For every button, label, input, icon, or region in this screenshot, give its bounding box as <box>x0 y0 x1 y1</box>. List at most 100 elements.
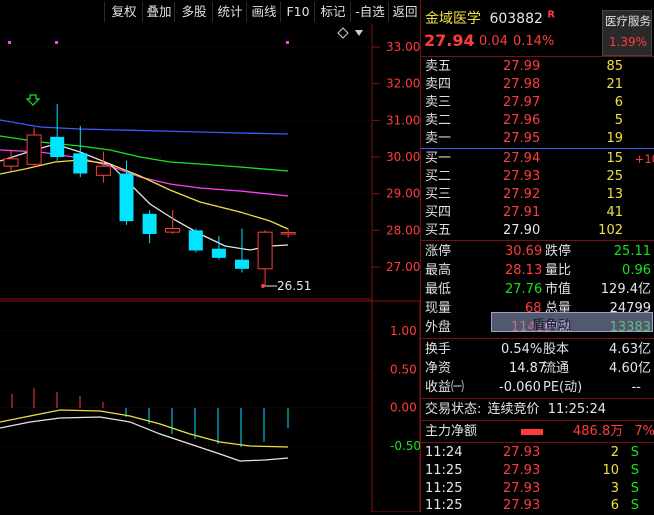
indicator-axis: 1.00 0.50 0.00 -0.50 <box>390 324 420 453</box>
ma-white-line <box>0 143 289 251</box>
ma-blue-line <box>0 119 289 135</box>
candle-body <box>3 158 19 167</box>
indicator-bars <box>11 388 289 447</box>
indicator-grid <box>0 330 372 447</box>
limit-up-value: 30.69 <box>505 244 543 259</box>
candle-body <box>188 230 203 251</box>
pe-value: -- <box>631 380 641 395</box>
tick-row: 11:25 27.93 6 S <box>425 498 639 513</box>
ask-row[interactable]: 卖二 27.96 5 <box>425 112 651 130</box>
quote-panel: 金域医学 603882 R 27.94 0.04 0.14% 医疗服务 1.39… <box>420 0 654 513</box>
ask-row[interactable]: 卖一 27.95 19 <box>425 130 651 148</box>
bid-ask-divider <box>421 148 654 149</box>
multi-stock-button[interactable]: 多股 <box>174 2 213 22</box>
limit-up-label: 涨停 <box>425 244 452 259</box>
f10-button[interactable]: F10 <box>280 2 315 22</box>
candle <box>280 228 296 238</box>
stock-code: 603882 <box>489 11 543 27</box>
eps-value: -0.060 <box>499 380 541 395</box>
restore-rights-button[interactable]: 复权 <box>104 2 143 22</box>
ask-row[interactable]: 卖三 27.97 6 <box>425 94 651 112</box>
low-price-label: 26.51 <box>277 279 311 293</box>
candle-body <box>235 259 249 269</box>
marker-dot <box>55 41 58 44</box>
candle <box>73 125 88 178</box>
candle <box>142 210 157 244</box>
main-flow-value: 486.8万 <box>573 424 624 439</box>
candle-body <box>50 136 65 157</box>
chart-toolbar: 复权 叠加 多股 统计 画线 F10 标记 -自选 返回 <box>0 0 420 24</box>
sector-box[interactable]: 医疗服务 1.39% <box>602 10 652 56</box>
mark-button[interactable]: 标记 <box>314 2 351 22</box>
vol-ratio-value: 0.96 <box>622 263 651 278</box>
bid-row[interactable]: 买一 27.94 15 +10 <box>425 150 654 168</box>
price-change: 0.04 <box>479 34 508 49</box>
price-tick-label: 28.00 <box>386 223 420 237</box>
overlay-button[interactable]: 叠加 <box>142 2 175 22</box>
kline-chart[interactable]: 33.00 32.00 31.00 30.00 29.00 28.00 27.00 1.00… <box>0 24 420 512</box>
candle-body <box>211 248 226 258</box>
tick-row: 11:25 27.93 10 S <box>425 463 639 478</box>
candle-body <box>280 232 296 235</box>
candle-body <box>165 228 181 233</box>
price-change-pct: 0.14% <box>513 34 555 49</box>
candle <box>26 127 42 168</box>
candle-body <box>73 153 88 174</box>
high-value: 28.13 <box>505 263 543 278</box>
main-flow-bar <box>521 429 543 435</box>
tick-row: 11:25 27.93 3 S <box>425 481 639 496</box>
candle-body <box>26 134 42 165</box>
candle <box>235 228 249 273</box>
indicator-tick-label: 0.00 <box>390 401 417 415</box>
price-tick-label: 29.00 <box>386 187 420 201</box>
bid-row[interactable]: 买五 27.90 102 <box>425 222 651 240</box>
candle <box>50 103 65 161</box>
marker-dot <box>8 41 11 44</box>
limit-down-value: 25.11 <box>613 244 651 259</box>
price-tick-label: 31.00 <box>386 113 420 127</box>
candle <box>257 230 273 285</box>
back-button[interactable]: 返回 <box>388 2 421 22</box>
remove-favorite-button[interactable]: -自选 <box>350 2 389 22</box>
indicator-tick-label: 1.00 <box>390 324 417 338</box>
candle-body <box>119 173 134 222</box>
overlay-tooltip[interactable]: 盾鱼动 <box>491 312 653 333</box>
candle-body <box>257 231 273 270</box>
nav-value: 14.87 <box>509 361 547 376</box>
dif-line <box>0 416 289 462</box>
price-tick-label: 27.00 <box>386 260 420 274</box>
candle <box>95 151 111 183</box>
candle-body <box>95 165 111 176</box>
turnover-value: 0.54% <box>501 342 543 357</box>
price-tick-label: 32.00 <box>386 77 420 91</box>
statistics-button[interactable]: 统计 <box>212 2 247 22</box>
ma-green-line <box>0 135 289 172</box>
dea-line <box>0 409 289 448</box>
indicator-tick-label: -0.50 <box>390 439 420 453</box>
indicator-tick-label: 0.50 <box>390 362 417 376</box>
price-axis: 33.00 32.00 31.00 30.00 29.00 28.00 27.00 <box>386 40 420 274</box>
bid-row[interactable]: 买四 27.91 41 <box>425 204 651 222</box>
equity-value: 4.63亿 <box>609 342 651 357</box>
ask-row[interactable]: 卖五 27.99 85 <box>425 58 651 76</box>
bid-row[interactable]: 买二 27.93 25 <box>425 168 651 186</box>
arrow-down-icon <box>25 94 41 106</box>
trade-status: 交易状态: 连续竞价 11:25:24 <box>425 402 607 417</box>
candle <box>188 228 203 253</box>
marker-dot <box>286 41 289 44</box>
price-tick-label: 30.00 <box>386 150 420 164</box>
candle <box>211 235 226 260</box>
margin-badge: R <box>547 9 556 21</box>
draw-line-button[interactable]: 画线 <box>246 2 281 22</box>
stock-name: 金域医学 <box>425 11 481 27</box>
tick-row: 11:24 27.93 2 S <box>425 445 639 460</box>
bid-row[interactable]: 买三 27.92 13 <box>425 186 651 204</box>
candle-body <box>142 213 157 234</box>
sector-name: 医疗服务 <box>605 14 651 28</box>
low-value: 27.76 <box>505 282 543 297</box>
current-price: 27.94 <box>424 31 475 50</box>
caret-down-icon[interactable] <box>355 30 363 36</box>
ask-row[interactable]: 卖四 27.98 21 <box>425 76 651 94</box>
diamond-icon[interactable] <box>337 27 349 39</box>
market-cap-value: 129.4亿 <box>600 282 651 297</box>
